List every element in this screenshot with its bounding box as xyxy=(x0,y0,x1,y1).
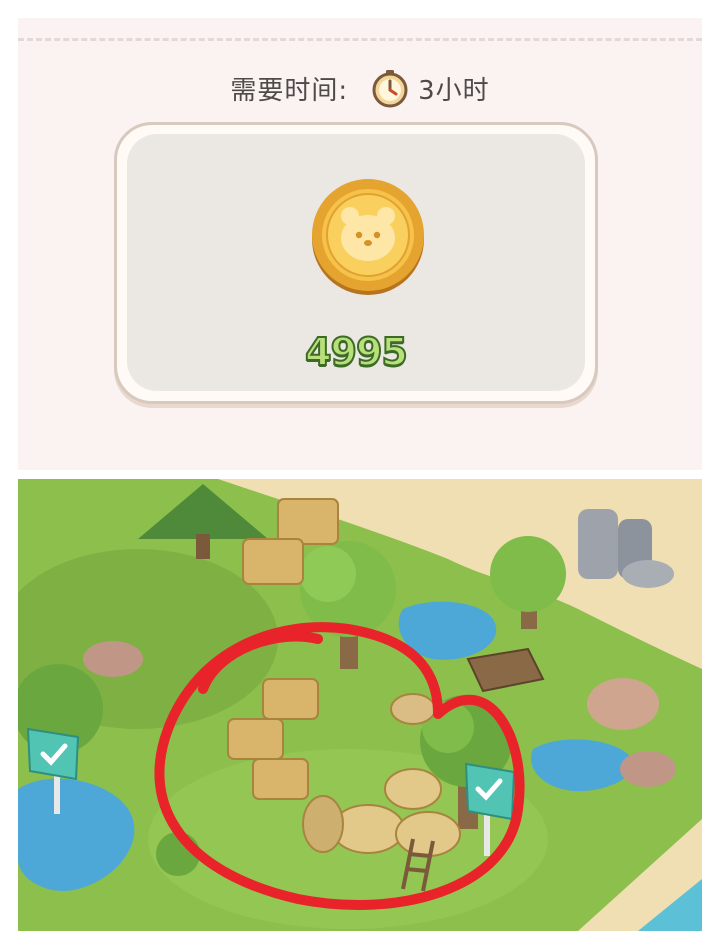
bear-coin-icon xyxy=(312,179,424,295)
island-map xyxy=(18,479,702,931)
required-time-label: 需要时间: xyxy=(230,75,349,106)
stopwatch-icon xyxy=(372,70,408,108)
required-time-value: 3小时 xyxy=(418,75,490,106)
requirement-panel: 需要时间: 3小时 4995 xyxy=(18,18,702,470)
reward-card-inner: 4995 xyxy=(127,134,585,391)
reward-card[interactable]: 4995 xyxy=(114,122,598,404)
dashed-divider xyxy=(18,38,702,41)
reward-amount: 4995 xyxy=(304,329,409,375)
map-scene[interactable] xyxy=(18,479,702,931)
required-time-row: 需要时间: 3小时 xyxy=(18,66,702,110)
